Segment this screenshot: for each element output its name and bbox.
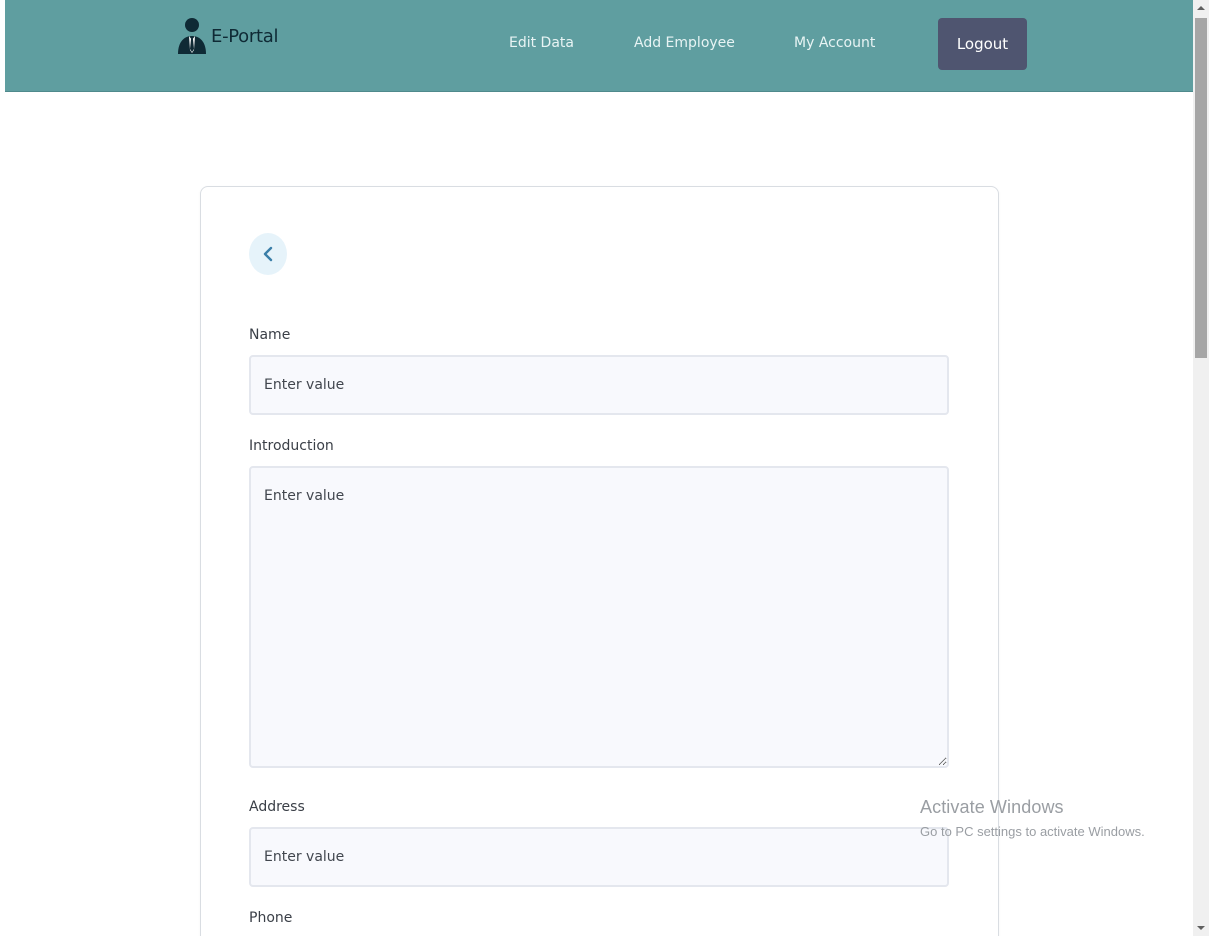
brand-name: E-Portal [211,25,279,47]
introduction-label: Introduction [249,438,334,454]
address-input[interactable] [249,827,949,887]
scroll-up-arrow-icon[interactable] [1193,0,1209,16]
address-label: Address [249,799,305,815]
nav-edit-data-link[interactable]: Edit Data [509,35,574,51]
scroll-down-arrow-icon[interactable] [1193,920,1209,936]
phone-label: Phone [249,910,293,926]
nav-my-account-link[interactable]: My Account [794,35,875,51]
businessman-icon [175,16,211,56]
scrollbar-thumb[interactable] [1195,18,1207,358]
top-navbar: E-Portal Edit Data Add Employee My Accou… [5,0,1193,92]
employee-form-card: Name Introduction Address Phone [200,186,999,936]
vertical-scrollbar[interactable] [1193,0,1209,936]
chevron-left-icon [261,246,275,262]
back-button[interactable] [249,233,287,275]
brand-logo-link[interactable]: E-Portal [175,16,278,56]
name-label: Name [249,327,291,343]
introduction-textarea[interactable] [249,466,949,768]
page-viewport: E-Portal Edit Data Add Employee My Accou… [0,0,1193,936]
logout-button[interactable]: Logout [938,18,1027,70]
name-input[interactable] [249,355,949,415]
nav-add-employee-link[interactable]: Add Employee [634,35,735,51]
